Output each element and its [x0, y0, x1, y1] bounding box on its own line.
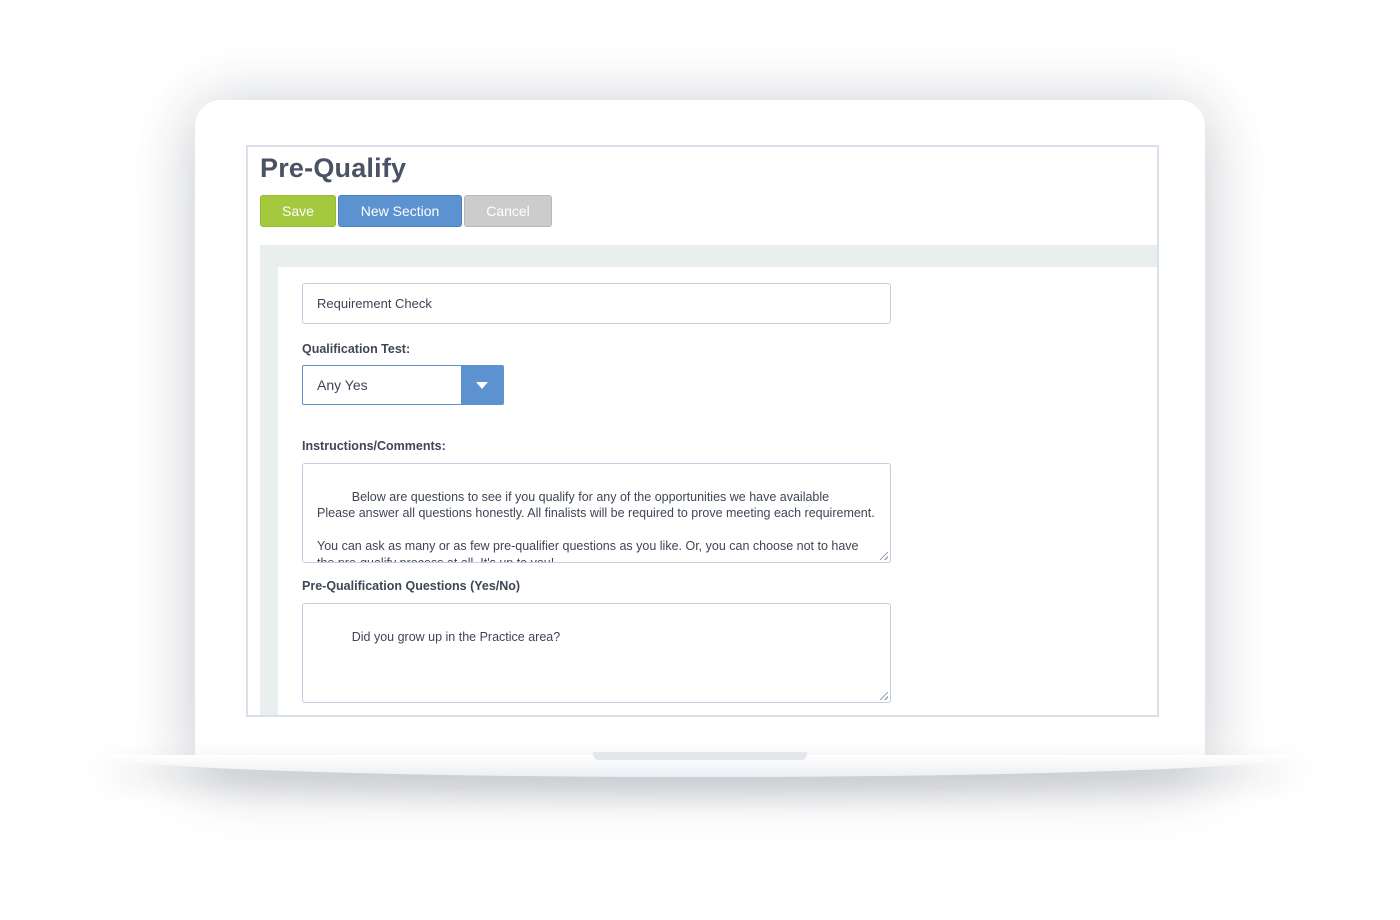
laptop-notch: [593, 752, 807, 760]
section-name-input[interactable]: [302, 283, 891, 324]
resize-handle-icon[interactable]: [880, 552, 888, 560]
prequalification-questions-label: Pre-Qualification Questions (Yes/No): [302, 579, 521, 593]
prequalification-questions-textarea[interactable]: Did you grow up in the Practice area?: [302, 603, 891, 703]
instructions-textarea[interactable]: Below are questions to see if you qualif…: [302, 463, 891, 563]
dropdown-toggle[interactable]: [461, 366, 503, 404]
resize-handle-icon[interactable]: [880, 692, 888, 700]
section-panel: Qualification Test: Any Yes Instructions…: [260, 245, 1157, 715]
save-button[interactable]: Save: [260, 195, 336, 227]
new-section-button[interactable]: New Section: [338, 195, 462, 227]
prequalification-questions-text: Did you grow up in the Practice area?: [351, 629, 561, 644]
page-title: Pre-Qualify: [260, 153, 407, 183]
cancel-button[interactable]: Cancel: [464, 195, 552, 227]
laptop-mockup: Pre-Qualify Save New Section Cancel Qual…: [0, 0, 1400, 920]
app-screen: Pre-Qualify Save New Section Cancel Qual…: [246, 145, 1159, 717]
qualification-test-select[interactable]: Any Yes: [302, 365, 504, 405]
qualification-test-value: Any Yes: [317, 377, 368, 393]
instructions-label: Instructions/Comments:: [302, 439, 446, 453]
instructions-text: Below are questions to see if you qualif…: [317, 489, 875, 563]
section-card: Qualification Test: Any Yes Instructions…: [278, 267, 1157, 715]
chevron-down-icon: [476, 381, 488, 389]
qualification-test-label: Qualification Test:: [302, 342, 411, 356]
